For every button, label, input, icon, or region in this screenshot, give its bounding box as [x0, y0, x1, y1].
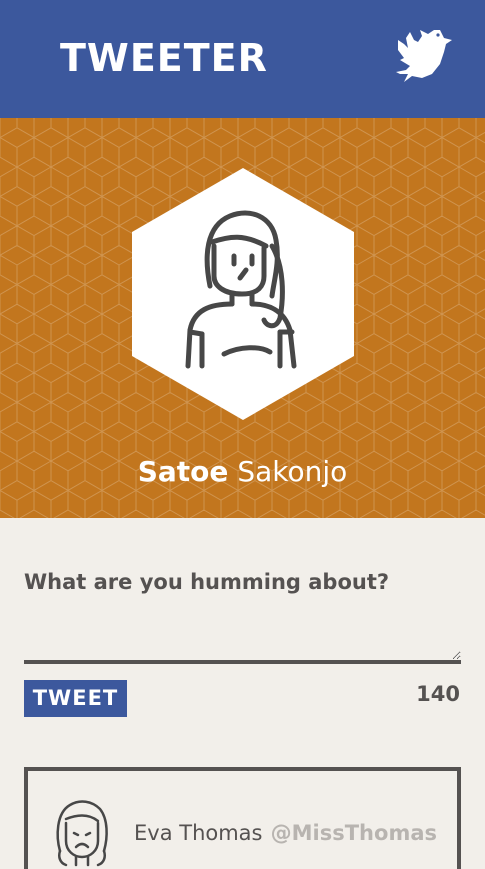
- tweet-textarea[interactable]: [24, 606, 461, 664]
- character-counter: 140: [416, 682, 460, 706]
- profile-last-name: Sakonjo: [237, 455, 348, 488]
- woman-avatar-icon[interactable]: [180, 206, 304, 372]
- app-logo[interactable]: TWEETER: [60, 36, 268, 80]
- compose-prompt: What are you humming about?: [24, 570, 390, 594]
- tweet-button[interactable]: TWEET: [24, 680, 127, 717]
- sad-woman-avatar-icon: [56, 800, 108, 867]
- profile-first-name: Satoe: [137, 455, 229, 488]
- dove-icon: [396, 30, 452, 82]
- tweet-author-handle[interactable]: @MissThomas: [271, 819, 437, 847]
- app-header: TWEETER: [0, 0, 485, 118]
- tweet-author-name: Eva Thomas: [134, 821, 263, 845]
- profile-hero: Satoe Sakonjo: [0, 118, 485, 518]
- profile-name: Satoe Sakonjo: [0, 454, 485, 490]
- tweet-card: Eva Thomas @MissThomas: [24, 767, 461, 869]
